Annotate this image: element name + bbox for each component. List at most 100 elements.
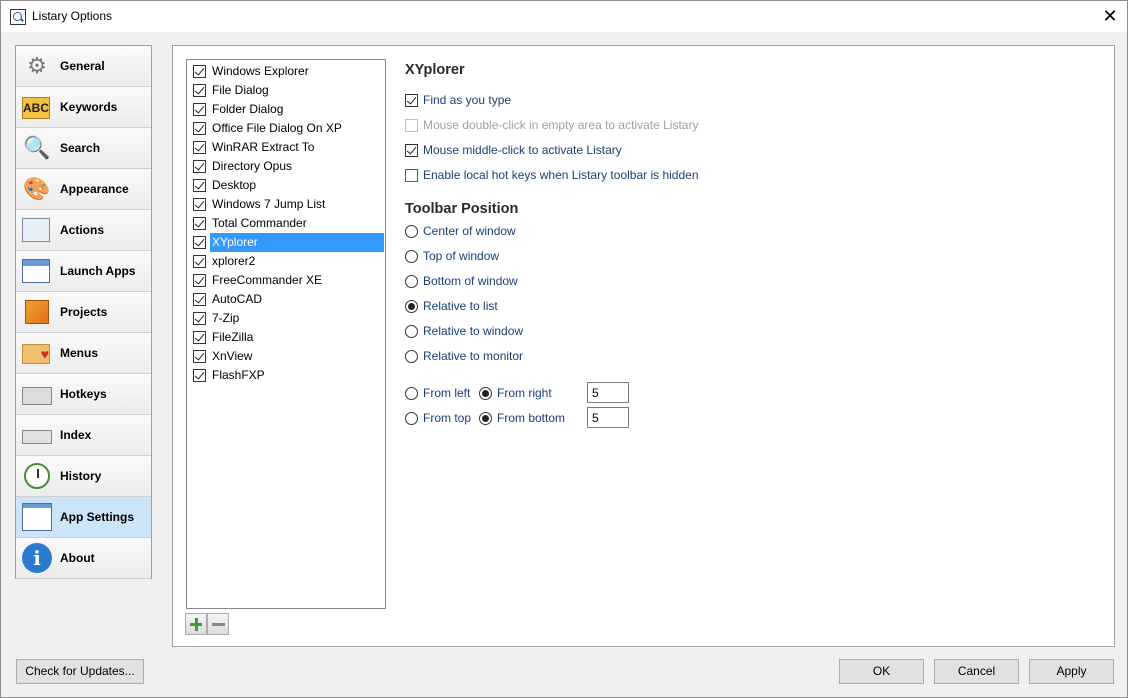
- position-relative-to-monitor-radio[interactable]: Relative to monitor: [405, 347, 523, 365]
- app-enabled-checkbox[interactable]: [193, 350, 206, 363]
- app-enabled-checkbox[interactable]: [193, 122, 206, 135]
- radio-button[interactable]: [405, 274, 418, 288]
- app-enabled-checkbox[interactable]: [193, 312, 206, 325]
- radio-from-top[interactable]: From top: [405, 409, 471, 427]
- app-enabled-checkbox[interactable]: [193, 236, 206, 249]
- app-enabled-checkbox[interactable]: [193, 217, 206, 230]
- radio-button[interactable]: [405, 299, 418, 313]
- sidebar-item-appearance[interactable]: 🎨 Appearance: [16, 169, 151, 210]
- sidebar-item-label: Search: [60, 141, 101, 155]
- app-list-item[interactable]: WinRAR Extract To: [188, 138, 384, 157]
- app-enabled-checkbox[interactable]: [193, 141, 206, 154]
- close-button[interactable]: ✕: [1093, 1, 1127, 32]
- add-app-button[interactable]: [185, 613, 207, 635]
- app-list[interactable]: Windows Explorer File Dialog Folder Dialog…: [186, 59, 386, 609]
- position-center-of-window-radio[interactable]: Center of window: [405, 222, 516, 240]
- app-list-item[interactable]: Windows Explorer: [188, 62, 384, 81]
- app-name: 7-Zip: [212, 311, 240, 325]
- radio-button[interactable]: [405, 249, 418, 263]
- radio-from-bottom-label: From bottom: [497, 411, 566, 425]
- app-list-item[interactable]: Office File Dialog On XP: [188, 119, 384, 138]
- cubes-icon: [25, 300, 49, 324]
- position-label: Top of window: [423, 249, 500, 263]
- sidebar: ⚙ General ABC Keywords 🔍 Search 🎨 Appearance Act…: [15, 45, 152, 579]
- radio-button[interactable]: [405, 386, 418, 400]
- app-enabled-checkbox[interactable]: [193, 65, 206, 78]
- checkbox[interactable]: [405, 93, 418, 107]
- radio-from-left[interactable]: From left: [405, 384, 470, 402]
- sidebar-item-general[interactable]: ⚙ General: [16, 46, 151, 87]
- radio-button[interactable]: [405, 411, 418, 425]
- sidebar-item-label: Index: [60, 428, 92, 442]
- app-enabled-checkbox[interactable]: [193, 293, 206, 306]
- radio-button[interactable]: [479, 386, 492, 400]
- app-list-item[interactable]: AutoCAD: [188, 290, 384, 309]
- check-updates-button[interactable]: Check for Updates...: [16, 659, 144, 684]
- app-enabled-checkbox[interactable]: [193, 255, 206, 268]
- sidebar-item-label: Actions: [60, 223, 105, 237]
- app-list-item[interactable]: xplorer2: [188, 252, 384, 271]
- app-list-item[interactable]: FlashFXP: [188, 366, 384, 385]
- app-list-item[interactable]: File Dialog: [188, 81, 384, 100]
- app-list-item[interactable]: Total Commander: [188, 214, 384, 233]
- apply-button[interactable]: Apply: [1029, 659, 1114, 684]
- app-name: WinRAR Extract To: [212, 140, 315, 154]
- app-list-item[interactable]: FreeCommander XE: [188, 271, 384, 290]
- cancel-button[interactable]: Cancel: [934, 659, 1019, 684]
- position-relative-to-list-radio[interactable]: Relative to list: [405, 297, 498, 315]
- sidebar-item-label: Menus: [60, 346, 99, 360]
- position-top-of-window-radio[interactable]: Top of window: [405, 247, 499, 265]
- app-enabled-checkbox[interactable]: [193, 274, 206, 287]
- clock-icon: [24, 463, 50, 489]
- app-enabled-checkbox[interactable]: [193, 331, 206, 344]
- app-list-item[interactable]: Windows 7 Jump List: [188, 195, 384, 214]
- app-enabled-checkbox[interactable]: [193, 160, 206, 173]
- app-enabled-checkbox[interactable]: [193, 103, 206, 116]
- app-name: Directory Opus: [212, 159, 293, 173]
- app-enabled-checkbox[interactable]: [193, 198, 206, 211]
- app-enabled-checkbox[interactable]: [193, 179, 206, 192]
- local-hotkeys-option[interactable]: Enable local hot keys when Listary toolb…: [405, 166, 699, 184]
- find-as-you-type-option[interactable]: Find as you type: [405, 91, 511, 109]
- sidebar-item-launch-apps[interactable]: Launch Apps: [16, 251, 151, 292]
- sidebar-item-history[interactable]: History: [16, 456, 151, 497]
- radio-button[interactable]: [405, 324, 418, 338]
- sidebar-item-menus[interactable]: ♥ Menus: [16, 333, 151, 374]
- app-list-item[interactable]: Directory Opus: [188, 157, 384, 176]
- ok-button[interactable]: OK: [839, 659, 924, 684]
- sidebar-item-keywords[interactable]: ABC Keywords: [16, 87, 151, 128]
- drive-icon: [22, 430, 52, 444]
- sidebar-item-actions[interactable]: Actions: [16, 210, 151, 251]
- app-list-item[interactable]: XnView: [188, 347, 384, 366]
- sidebar-item-search[interactable]: 🔍 Search: [16, 128, 151, 169]
- app-settings-title: XYplorer: [405, 62, 465, 78]
- palette-icon: 🎨: [23, 176, 51, 201]
- app-list-item[interactable]: Desktop: [188, 176, 384, 195]
- vertical-offset-input[interactable]: [587, 407, 629, 428]
- app-enabled-checkbox[interactable]: [193, 84, 206, 97]
- sidebar-item-hotkeys[interactable]: Hotkeys: [16, 374, 151, 415]
- app-list-item[interactable]: 7-Zip: [188, 309, 384, 328]
- position-label: Relative to monitor: [423, 349, 524, 363]
- position-bottom-of-window-radio[interactable]: Bottom of window: [405, 272, 518, 290]
- remove-app-button[interactable]: [207, 613, 229, 635]
- radio-from-right[interactable]: From right: [479, 384, 552, 402]
- app-list-item[interactable]: Folder Dialog: [188, 100, 384, 119]
- sidebar-item-about[interactable]: i About: [16, 538, 151, 579]
- position-relative-to-window-radio[interactable]: Relative to window: [405, 322, 523, 340]
- radio-from-bottom[interactable]: From bottom: [479, 409, 565, 427]
- app-list-item[interactable]: XYplorer: [188, 233, 384, 252]
- sidebar-item-projects[interactable]: Projects: [16, 292, 151, 333]
- radio-button[interactable]: [479, 411, 492, 425]
- sidebar-item-app-settings[interactable]: App Settings: [16, 497, 151, 538]
- app-name: XYplorer: [210, 233, 384, 252]
- sidebar-item-index[interactable]: Index: [16, 415, 151, 456]
- app-list-item[interactable]: FileZilla: [188, 328, 384, 347]
- radio-button[interactable]: [405, 224, 418, 238]
- middle-click-activate-option[interactable]: Mouse middle-click to activate Listary: [405, 141, 622, 159]
- horizontal-offset-input[interactable]: [587, 382, 629, 403]
- radio-button[interactable]: [405, 349, 418, 363]
- checkbox[interactable]: [405, 143, 418, 157]
- app-enabled-checkbox[interactable]: [193, 369, 206, 382]
- checkbox[interactable]: [405, 168, 418, 182]
